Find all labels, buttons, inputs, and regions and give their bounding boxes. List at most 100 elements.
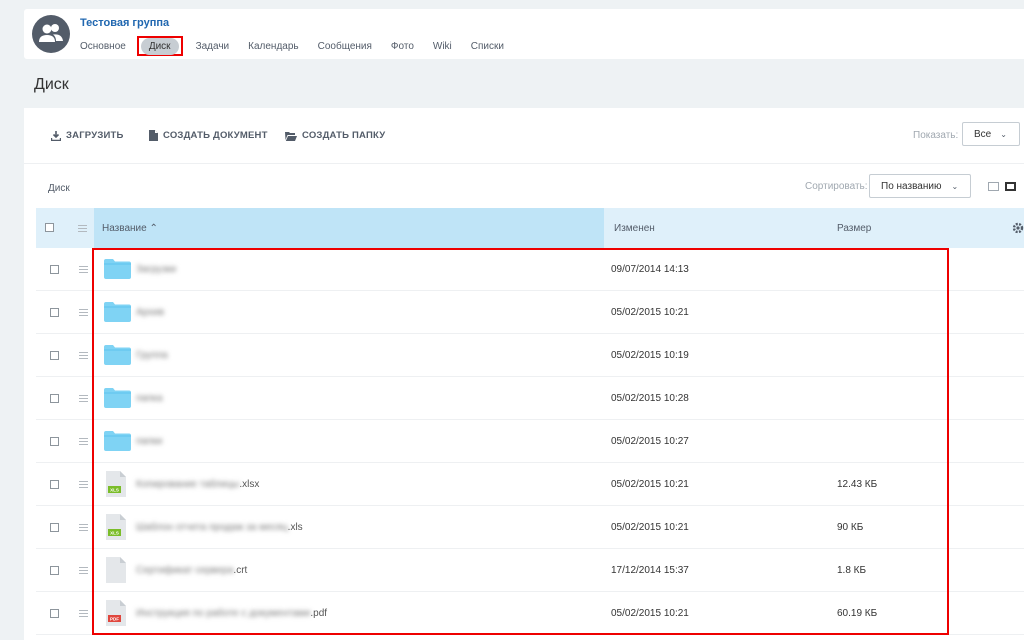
- nav-item-wiki[interactable]: Wiki: [425, 38, 460, 55]
- file-name-text: Группа: [136, 349, 168, 361]
- row-menu-icon[interactable]: [79, 352, 88, 359]
- file-size: 12.43 КБ: [837, 478, 878, 490]
- list-view-icon[interactable]: [1005, 182, 1016, 191]
- table-row[interactable]: XLS Шаблон отчета продаж за месяц .xls 05…: [36, 506, 1024, 549]
- column-menu-icon[interactable]: [78, 225, 87, 232]
- file-name[interactable]: Архив: [136, 291, 164, 333]
- show-label: Показать:: [913, 130, 959, 141]
- sort-select[interactable]: По названию ⌄: [869, 174, 971, 198]
- modified-date: 05/02/2015 10:21: [611, 521, 689, 533]
- grid-view-icon[interactable]: [988, 182, 999, 191]
- sort-value: По названию: [881, 180, 942, 192]
- create-document-label: СОЗДАТЬ ДОКУМЕНТ: [163, 130, 268, 141]
- pdf-file-icon: PDF: [106, 600, 126, 626]
- nav-item-main[interactable]: Основное: [72, 38, 134, 55]
- file-name[interactable]: Шаблон отчета продаж за месяц .xls: [136, 506, 303, 548]
- nav-item-messages[interactable]: Сообщения: [310, 38, 380, 55]
- xls-badge: XLS: [110, 531, 119, 536]
- group-header: Тестовая группа Основное Диск Задачи Кал…: [24, 9, 1024, 59]
- folder-icon: [104, 388, 131, 408]
- nav-item-photo[interactable]: Фото: [383, 38, 422, 55]
- select-all-checkbox[interactable]: [45, 223, 54, 232]
- nav-highlight: Диск: [136, 36, 183, 56]
- row-menu-icon[interactable]: [79, 395, 88, 402]
- disk-panel: ЗАГРУЗИТЬ СОЗДАТЬ ДОКУМЕНТ СОЗДАТЬ ПАПКУ…: [24, 108, 1024, 640]
- create-folder-button[interactable]: СОЗДАТЬ ПАПКУ: [285, 130, 385, 141]
- upload-label: ЗАГРУЗИТЬ: [66, 130, 124, 141]
- file-size: 90 КБ: [837, 521, 864, 533]
- gear-icon[interactable]: [1012, 222, 1024, 234]
- row-checkbox[interactable]: [50, 394, 59, 403]
- file-extension: .crt: [233, 564, 248, 576]
- row-menu-icon[interactable]: [79, 567, 88, 574]
- size-column-header[interactable]: Размер: [837, 223, 871, 234]
- row-menu-icon[interactable]: [79, 610, 88, 617]
- view-switcher: [988, 182, 1022, 191]
- generic-file-icon: [106, 557, 126, 583]
- show-filter-select[interactable]: Все ⌄: [962, 122, 1020, 146]
- modified-column-header[interactable]: Изменен: [614, 223, 655, 234]
- file-name-text: папка: [136, 392, 163, 404]
- row-checkbox[interactable]: [50, 351, 59, 360]
- folder-icon: [104, 431, 131, 451]
- file-name-text: Архив: [136, 306, 165, 318]
- table-row[interactable]: Группа 05/02/2015 10:19: [36, 334, 1024, 377]
- row-checkbox[interactable]: [50, 566, 59, 575]
- file-name-text: папки: [136, 435, 163, 447]
- nav-item-disk[interactable]: Диск: [140, 38, 179, 55]
- file-name-text: Инструкция по работе с документами: [136, 607, 311, 619]
- create-folder-label: СОЗДАТЬ ПАПКУ: [302, 130, 386, 141]
- row-checkbox[interactable]: [50, 523, 59, 532]
- page-title: Диск: [34, 76, 69, 93]
- modified-date: 05/02/2015 10:21: [611, 478, 689, 490]
- file-name-text: Загрузки: [136, 263, 177, 275]
- folder-icon: [104, 259, 131, 279]
- show-filter-value: Все: [974, 128, 992, 140]
- row-checkbox[interactable]: [50, 308, 59, 317]
- file-size: 1.8 КБ: [837, 564, 867, 576]
- table-row[interactable]: папки 05/02/2015 10:27: [36, 420, 1024, 463]
- file-name-text: Сертификат сервера: [136, 564, 234, 576]
- row-checkbox[interactable]: [50, 609, 59, 618]
- breadcrumb[interactable]: Диск: [48, 183, 70, 194]
- row-checkbox[interactable]: [50, 480, 59, 489]
- file-extension: .xlsx: [239, 478, 260, 490]
- folder-icon: [104, 302, 131, 322]
- create-document-button[interactable]: СОЗДАТЬ ДОКУМЕНТ: [149, 130, 268, 141]
- row-menu-icon[interactable]: [79, 524, 88, 531]
- nav-item-lists[interactable]: Списки: [463, 38, 512, 55]
- folder-icon: [104, 345, 131, 365]
- file-name[interactable]: папки: [136, 420, 162, 462]
- document-icon: [149, 130, 158, 141]
- file-name[interactable]: Инструкция по работе с документами .pdf: [136, 592, 327, 634]
- table-row[interactable]: PDF Инструкция по работе с документами .p…: [36, 592, 1024, 635]
- users-icon: [39, 24, 63, 42]
- nav-item-calendar[interactable]: Календарь: [240, 38, 306, 55]
- file-name[interactable]: Загрузки: [136, 248, 176, 290]
- file-name[interactable]: папка: [136, 377, 163, 419]
- row-checkbox[interactable]: [50, 265, 59, 274]
- table-row[interactable]: Сертификат сервера .crt 17/12/2014 15:37 …: [36, 549, 1024, 592]
- table-row[interactable]: Загрузки 09/07/2014 14:13: [36, 248, 1024, 291]
- upload-button[interactable]: ЗАГРУЗИТЬ: [51, 130, 124, 141]
- file-name[interactable]: Группа: [136, 334, 168, 376]
- row-menu-icon[interactable]: [79, 438, 88, 445]
- table-row[interactable]: папка 05/02/2015 10:28: [36, 377, 1024, 420]
- file-name[interactable]: Копирование таблицы .xlsx: [136, 463, 259, 505]
- row-menu-icon[interactable]: [79, 266, 88, 273]
- row-checkbox[interactable]: [50, 437, 59, 446]
- excel-file-icon: XLS: [106, 471, 126, 497]
- group-title[interactable]: Тестовая группа: [80, 17, 169, 29]
- nav-item-tasks[interactable]: Задачи: [188, 38, 238, 55]
- row-menu-icon[interactable]: [79, 481, 88, 488]
- name-column-header[interactable]: Название ⌃: [102, 223, 158, 234]
- table-row[interactable]: XLS Копирование таблицы .xlsx 05/02/2015 …: [36, 463, 1024, 506]
- file-name[interactable]: Сертификат сервера .crt: [136, 549, 247, 591]
- modified-date: 05/02/2015 10:21: [611, 306, 689, 318]
- name-column-header-bg: [94, 208, 604, 248]
- row-menu-icon[interactable]: [79, 309, 88, 316]
- modified-date: 05/02/2015 10:19: [611, 349, 689, 361]
- download-icon: [51, 130, 61, 141]
- table-row[interactable]: Архив 05/02/2015 10:21: [36, 291, 1024, 334]
- group-avatar[interactable]: [32, 15, 70, 53]
